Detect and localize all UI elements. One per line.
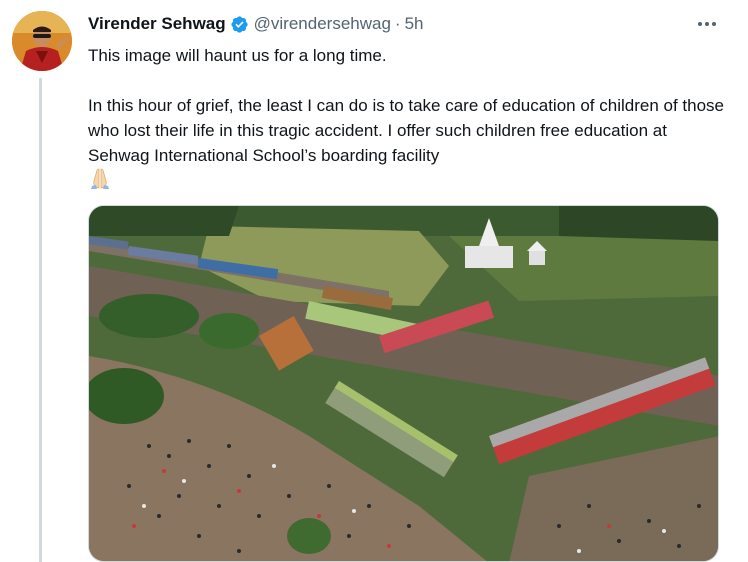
tweet-header: Virender Sehwag @virendersehwag · 5h [88, 12, 424, 36]
thread-connector-line [39, 78, 42, 562]
avatar[interactable] [12, 11, 72, 71]
tweet-text-line1: This image will haunt us for a long time… [88, 46, 387, 65]
tweet[interactable]: Virender Sehwag @virendersehwag · 5h Thi… [0, 0, 748, 562]
author-name[interactable]: Virender Sehwag [88, 14, 226, 34]
folded-hands-emoji-icon [88, 167, 112, 189]
tweet-text-paragraph: In this hour of grief, the least I can d… [88, 96, 724, 165]
separator-dot: · [394, 14, 401, 33]
verified-badge-icon[interactable] [230, 15, 249, 34]
author-handle[interactable]: @virendersehwag [254, 14, 391, 34]
more-options-icon[interactable] [694, 14, 720, 34]
tweet-timestamp[interactable]: 5h [405, 14, 424, 34]
tweet-photo[interactable] [88, 205, 719, 562]
